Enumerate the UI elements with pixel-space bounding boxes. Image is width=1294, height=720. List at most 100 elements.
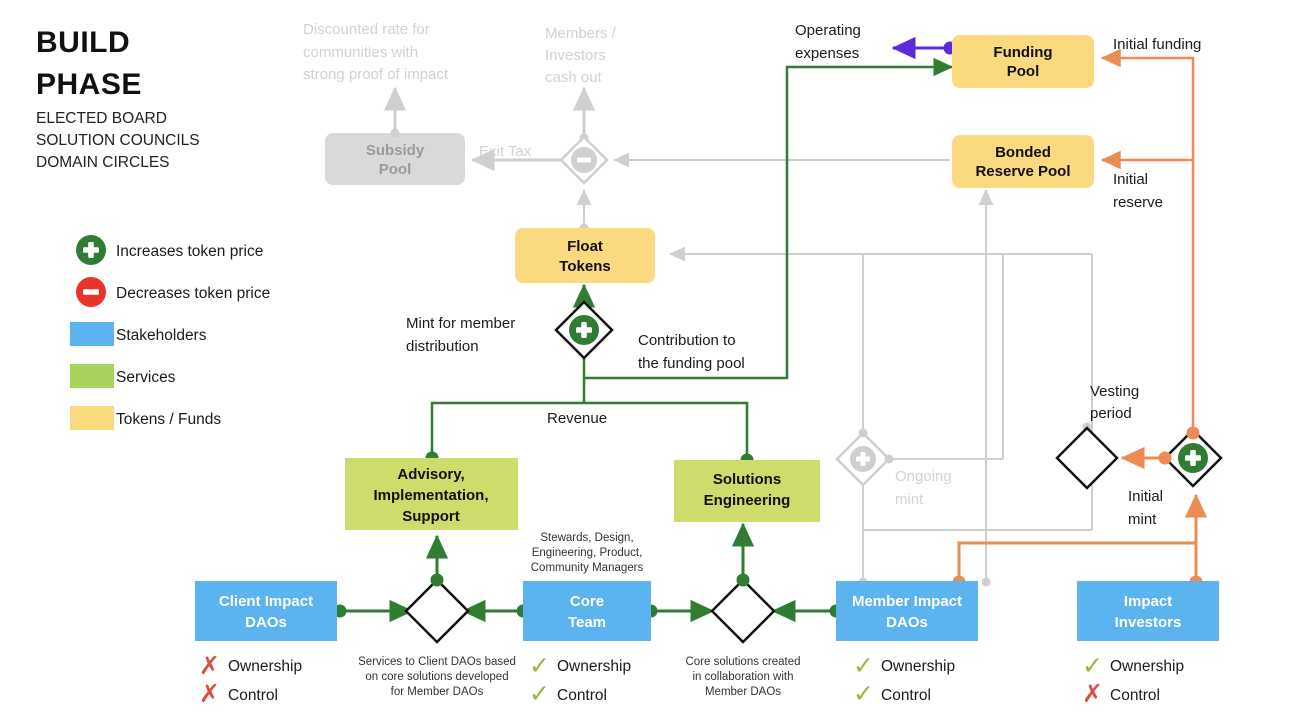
decreases-token-price-diamond-exit[interactable] bbox=[559, 135, 609, 185]
node-advisory-label-3: Support bbox=[402, 508, 460, 525]
label-contribution-line1: Contribution to bbox=[638, 332, 736, 349]
annotation-core-team-roles: Stewards, Design, Engineering, Product, … bbox=[531, 532, 644, 574]
node-bonded-reserve-pool-label-1: Bonded bbox=[995, 144, 1051, 161]
ongoing-mint-diamond[interactable] bbox=[835, 431, 891, 487]
legend-item-services: Services bbox=[70, 364, 176, 388]
annotation-client-services: Services to Client DAOs based on core so… bbox=[358, 656, 516, 698]
legend-label: Stakeholders bbox=[116, 327, 207, 344]
node-member-impact-daos[interactable]: Member Impact DAOs bbox=[836, 581, 978, 641]
legend-label: Services bbox=[116, 369, 176, 386]
node-core-team-label-2: Team bbox=[568, 614, 606, 631]
ownership-control-client-impact-daos: ✗ Ownership ✗ Control bbox=[199, 652, 302, 708]
color-swatch-yellow bbox=[70, 406, 114, 430]
core-solutions-line1: Core solutions created bbox=[685, 656, 800, 668]
label-initial-reserve-line1: Initial bbox=[1113, 171, 1148, 188]
ownership-label: Ownership bbox=[557, 658, 631, 675]
label-operating-expenses-line1: Operating bbox=[795, 22, 861, 39]
node-member-impact-daos-label-2: DAOs bbox=[886, 614, 928, 631]
node-solutions-engineering[interactable]: Solutions Engineering bbox=[674, 460, 820, 522]
subtitle-line-2: SOLUTION COUNCILS bbox=[36, 132, 200, 149]
label-operating-expenses-line2: expenses bbox=[795, 45, 859, 62]
label-discounted-rate-line2: communities with bbox=[303, 44, 418, 61]
subtitle-line-3: DOMAIN CIRCLES bbox=[36, 154, 170, 171]
legend-item-increases-token-price: Increases token price bbox=[76, 235, 263, 265]
increases-token-price-diamond-mint[interactable] bbox=[554, 300, 614, 360]
vesting-period-diamond[interactable] bbox=[1055, 426, 1119, 490]
title-line-2: PHASE bbox=[36, 68, 142, 101]
label-contribution-line2: the funding pool bbox=[638, 355, 745, 372]
label-members-cash-out-line2: Investors bbox=[545, 47, 606, 64]
label-initial-funding: Initial funding bbox=[1113, 36, 1201, 53]
legend-label: Increases token price bbox=[116, 243, 263, 260]
label-mint-for-member-line1: Mint for member bbox=[406, 315, 515, 332]
legend-label: Decreases token price bbox=[116, 285, 270, 302]
check-icon: ✓ bbox=[853, 652, 874, 680]
node-impact-investors-label-1: Impact bbox=[1124, 593, 1172, 610]
page-title: BUILD PHASE ELECTED BOARD SOLUTION COUNC… bbox=[36, 26, 200, 171]
label-revenue: Revenue bbox=[547, 410, 607, 427]
node-subsidy-pool-label-2: Pool bbox=[379, 161, 412, 178]
label-members-cash-out-line3: cash out bbox=[545, 69, 603, 86]
core-team-roles-line3: Community Managers bbox=[531, 562, 644, 574]
node-funding-pool[interactable]: Funding Pool bbox=[952, 35, 1094, 88]
label-vesting-period-line1: Vesting bbox=[1090, 383, 1139, 400]
client-services-line3: for Member DAOs bbox=[391, 686, 484, 698]
node-member-impact-daos-label-1: Member Impact bbox=[852, 593, 962, 610]
control-label: Control bbox=[1110, 687, 1160, 704]
control-label: Control bbox=[228, 687, 278, 704]
check-icon: ✓ bbox=[853, 680, 874, 708]
cross-icon: ✗ bbox=[1082, 680, 1103, 708]
legend-item-decreases-token-price: Decreases token price bbox=[76, 277, 270, 307]
core-solutions-diamond[interactable] bbox=[710, 578, 776, 644]
node-float-tokens[interactable]: Float Tokens bbox=[515, 228, 655, 283]
check-icon: ✓ bbox=[1082, 652, 1103, 680]
ownership-control-member-impact-daos: ✓ Ownership ✓ Control bbox=[853, 652, 955, 708]
node-float-tokens-label-1: Float bbox=[567, 238, 603, 255]
node-core-team-label-1: Core bbox=[570, 593, 604, 610]
core-team-roles-line1: Stewards, Design, bbox=[540, 532, 633, 544]
label-vesting-period-line2: period bbox=[1090, 405, 1132, 422]
node-advisory-label-1: Advisory, bbox=[397, 466, 464, 483]
node-subsidy-pool-label-1: Subsidy bbox=[366, 142, 425, 159]
label-exit-tax: Exit Tax bbox=[479, 143, 532, 160]
ownership-control-core-team: ✓ Ownership ✓ Control bbox=[529, 652, 631, 708]
node-core-team[interactable]: Core Team bbox=[523, 581, 651, 641]
legend-label: Tokens / Funds bbox=[116, 411, 221, 428]
label-initial-mint-line2: mint bbox=[1128, 511, 1157, 528]
node-impact-investors-label-2: Investors bbox=[1115, 614, 1182, 631]
core-solutions-line2: in collaboration with bbox=[692, 671, 793, 683]
token-flow-diagram: Subsidy Pool Discounted rate for communi… bbox=[36, 21, 1223, 708]
legend-item-stakeholders: Stakeholders bbox=[70, 322, 207, 346]
legend: Increases token price Decreases token pr… bbox=[70, 235, 270, 430]
label-ongoing-mint-line2: mint bbox=[895, 491, 924, 508]
node-client-impact-daos[interactable]: Client Impact DAOs bbox=[195, 581, 337, 641]
check-icon: ✓ bbox=[529, 652, 550, 680]
check-icon: ✓ bbox=[529, 680, 550, 708]
node-solutions-engineering-label-1: Solutions bbox=[713, 471, 781, 488]
node-advisory-implementation-support[interactable]: Advisory, Implementation, Support bbox=[345, 458, 518, 530]
color-swatch-blue bbox=[70, 322, 114, 346]
node-client-impact-daos-label-1: Client Impact bbox=[219, 593, 313, 610]
client-services-line2: on core solutions developed bbox=[365, 671, 508, 683]
node-solutions-engineering-label-2: Engineering bbox=[704, 492, 791, 509]
label-mint-for-member-line2: distribution bbox=[406, 338, 479, 355]
ownership-label: Ownership bbox=[881, 658, 955, 675]
control-label: Control bbox=[557, 687, 607, 704]
node-bonded-reserve-pool[interactable]: Bonded Reserve Pool bbox=[952, 135, 1094, 188]
ownership-label: Ownership bbox=[228, 658, 302, 675]
control-label: Control bbox=[881, 687, 931, 704]
cross-icon: ✗ bbox=[199, 652, 220, 680]
client-services-diamond[interactable] bbox=[404, 578, 470, 644]
title-line-1: BUILD bbox=[36, 26, 130, 59]
cross-icon: ✗ bbox=[199, 680, 220, 708]
label-initial-mint-line1: Initial bbox=[1128, 488, 1163, 505]
node-impact-investors[interactable]: Impact Investors bbox=[1077, 581, 1219, 641]
annotation-core-solutions: Core solutions created in collaboration … bbox=[685, 656, 800, 698]
label-initial-reserve-line2: reserve bbox=[1113, 194, 1163, 211]
label-discounted-rate-line3: strong proof of impact bbox=[303, 66, 449, 83]
label-ongoing-mint-line1: Ongoing bbox=[895, 468, 952, 485]
node-bonded-reserve-pool-label-2: Reserve Pool bbox=[975, 163, 1070, 180]
node-advisory-label-2: Implementation, bbox=[373, 487, 488, 504]
ownership-label: Ownership bbox=[1110, 658, 1184, 675]
client-services-line1: Services to Client DAOs based bbox=[358, 656, 516, 668]
